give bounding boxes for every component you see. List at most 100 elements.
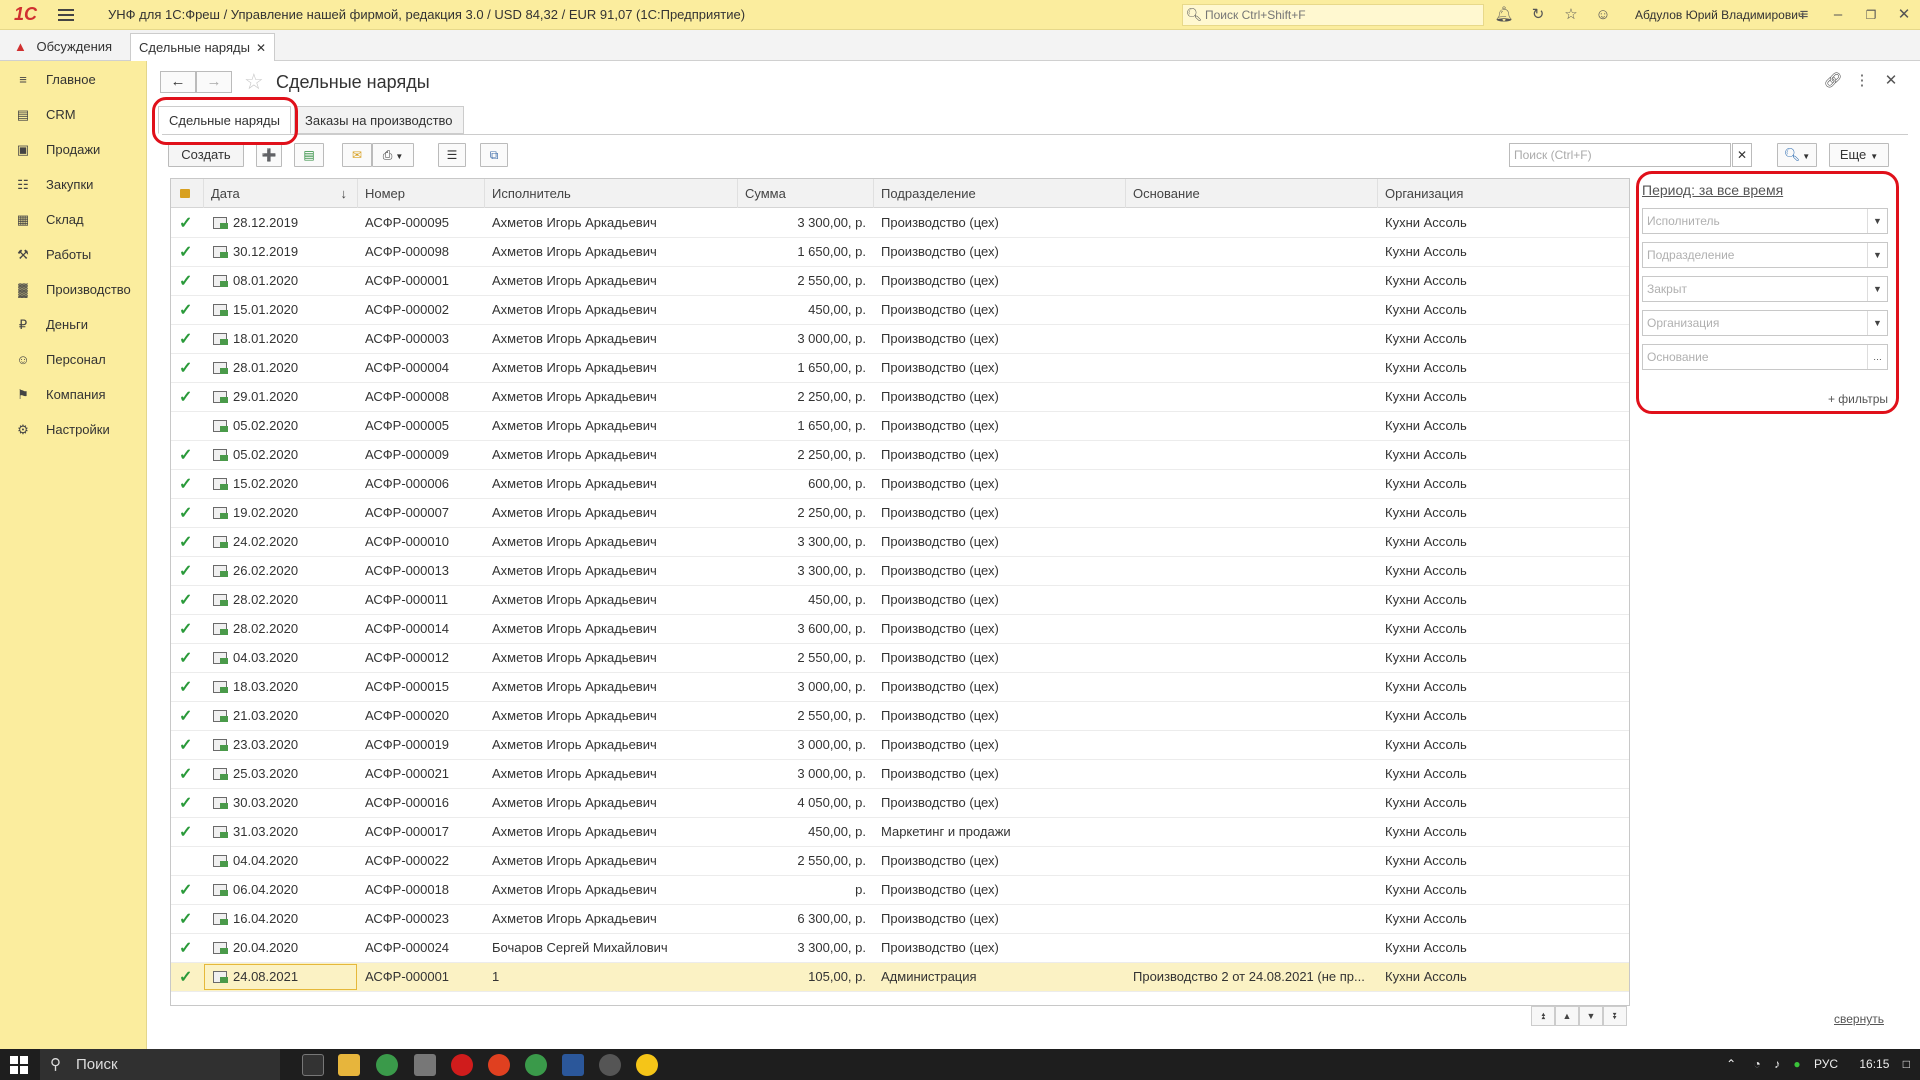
- chevron-down-icon[interactable]: ▼: [1867, 243, 1887, 267]
- table-row[interactable]: ✓ 23.03.2020 АСФР-000019 Ахметов Игорь Арка…: [171, 731, 1629, 760]
- global-search-input[interactable]: [1205, 8, 1475, 22]
- filter-basis[interactable]: Основание…: [1642, 344, 1888, 370]
- task-view-icon[interactable]: [302, 1054, 324, 1076]
- table-row[interactable]: ✓ 28.02.2020 АСФР-000011 Ахметов Игорь Арка…: [171, 586, 1629, 615]
- report-button[interactable]: ☰: [438, 143, 466, 167]
- sidebar-item-works[interactable]: ⚒ Работы: [0, 237, 147, 272]
- opera-icon[interactable]: [451, 1054, 473, 1076]
- create-button[interactable]: Создать: [168, 143, 244, 167]
- column-department[interactable]: Подразделение: [874, 179, 1126, 208]
- sidebar-item-purchases[interactable]: ☷ Закупки: [0, 167, 147, 202]
- history-icon[interactable]: ↻: [1527, 4, 1549, 26]
- tray-expand-icon[interactable]: ⌃: [1726, 1057, 1736, 1071]
- table-row[interactable]: ✓ 18.03.2020 АСФР-000015 Ахметов Игорь Арка…: [171, 673, 1629, 702]
- create-based-on-button[interactable]: ▤: [294, 143, 324, 167]
- file-explorer-icon[interactable]: [338, 1054, 360, 1076]
- structure-button[interactable]: ⧉: [480, 143, 508, 167]
- close-window-icon[interactable]: ✕: [1893, 4, 1915, 26]
- more-actions-icon[interactable]: ⋮: [1851, 71, 1873, 89]
- table-row[interactable]: 05.02.2020 АСФР-000005 Ахметов Игорь Аркад…: [171, 412, 1629, 441]
- clear-search-icon[interactable]: ✕: [1732, 143, 1752, 167]
- search-options-button[interactable]: 🔍︎ ▼: [1777, 143, 1817, 167]
- table-row[interactable]: ✓ 15.02.2020 АСФР-000006 Ахметов Игорь Арка…: [171, 470, 1629, 499]
- global-search[interactable]: 🔍︎: [1182, 4, 1484, 26]
- table-row[interactable]: ✓ 30.03.2020 АСФР-000016 Ахметов Игорь Арка…: [171, 789, 1629, 818]
- calculator-icon[interactable]: [414, 1054, 436, 1076]
- table-row[interactable]: ✓ 28.12.2019 АСФР-000095 Ахметов Игорь Арка…: [171, 209, 1629, 238]
- 1c-app-icon[interactable]: [636, 1054, 658, 1076]
- scroll-top-icon[interactable]: ⏫︎: [1531, 1006, 1555, 1026]
- search-input[interactable]: Поиск (Ctrl+F): [1509, 143, 1731, 167]
- bell-icon[interactable]: 🔔︎: [1493, 4, 1515, 26]
- chevron-down-icon[interactable]: ▼: [1867, 277, 1887, 301]
- filter-executor[interactable]: Исполнитель ▼: [1642, 208, 1888, 234]
- table-row[interactable]: ✓ 18.01.2020 АСФР-000003 Ахметов Игорь Арка…: [171, 325, 1629, 354]
- print-button[interactable]: ⎙ ▼: [372, 143, 414, 167]
- back-button[interactable]: ←: [160, 71, 196, 93]
- windows-start-icon[interactable]: [10, 1056, 28, 1074]
- clock[interactable]: 16:15: [1859, 1057, 1889, 1071]
- sidebar-item-production[interactable]: ▓ Производство: [0, 272, 147, 307]
- send-email-button[interactable]: ✉: [342, 143, 372, 167]
- volume-icon[interactable]: ♪: [1774, 1057, 1780, 1071]
- column-sum[interactable]: Сумма: [738, 179, 874, 208]
- ellipsis-icon[interactable]: …: [1867, 345, 1887, 369]
- period-link[interactable]: Период: за все время: [1642, 182, 1783, 198]
- table-row[interactable]: ✓ 05.02.2020 АСФР-000009 Ахметов Игорь Арка…: [171, 441, 1629, 470]
- table-row[interactable]: ✓ 06.04.2020 АСФР-000018 Ахметов Игорь Арка…: [171, 876, 1629, 905]
- minimize-icon[interactable]: –: [1827, 4, 1849, 26]
- table-row[interactable]: ✓ 31.03.2020 АСФР-000017 Ахметов Игорь Арка…: [171, 818, 1629, 847]
- scroll-up-icon[interactable]: ▲: [1555, 1006, 1579, 1026]
- favorite-star-icon[interactable]: ☆: [244, 69, 264, 95]
- sidebar-item-settings[interactable]: ⚙ Настройки: [0, 412, 147, 447]
- taskbar-search[interactable]: ⚲ Поиск: [40, 1049, 280, 1080]
- chrome-alt-icon[interactable]: [525, 1054, 547, 1076]
- tab-discussions[interactable]: ▲ Обсуждения: [6, 33, 120, 61]
- scroll-down-icon[interactable]: ▼: [1579, 1006, 1603, 1026]
- chevron-down-icon[interactable]: ▼: [1867, 311, 1887, 335]
- collapse-link[interactable]: свернуть: [1834, 1012, 1884, 1026]
- table-row[interactable]: ✓ 04.03.2020 АСФР-000012 Ахметов Игорь Арка…: [171, 644, 1629, 673]
- table-row[interactable]: ✓ 08.01.2020 АСФР-000001 Ахметов Игорь Арка…: [171, 267, 1629, 296]
- sidebar-item-main[interactable]: ≡ Главное: [0, 62, 147, 97]
- scroll-bottom-icon[interactable]: ⏬︎: [1603, 1006, 1627, 1026]
- chrome-icon[interactable]: [376, 1054, 398, 1076]
- sidebar-item-money[interactable]: ₽ Деньги: [0, 307, 147, 342]
- status-ok-icon[interactable]: ●: [1793, 1057, 1800, 1071]
- copy-button[interactable]: ➕: [256, 143, 282, 167]
- close-tab-icon[interactable]: ✕: [256, 41, 266, 55]
- user-name[interactable]: Абдулов Юрий Владимирович: [1635, 8, 1804, 22]
- table-row[interactable]: ✓ 29.01.2020 АСФР-000008 Ахметов Игорь Арка…: [171, 383, 1629, 412]
- table-row[interactable]: ✓ 28.02.2020 АСФР-000014 Ахметов Игорь Арка…: [171, 615, 1629, 644]
- tab-piecework-orders[interactable]: Сдельные наряды: [158, 106, 291, 134]
- close-page-icon[interactable]: ✕: [1880, 71, 1902, 89]
- table-row[interactable]: ✓ 26.02.2020 АСФР-000013 Ахметов Игорь Арка…: [171, 557, 1629, 586]
- column-number[interactable]: Номер: [358, 179, 485, 208]
- favorites-star-icon[interactable]: ☆: [1560, 4, 1582, 26]
- sidebar-item-crm[interactable]: ▤ CRM: [0, 97, 147, 132]
- table-row[interactable]: ✓ 21.03.2020 АСФР-000020 Ахметов Игорь Арка…: [171, 702, 1629, 731]
- word-icon[interactable]: [562, 1054, 584, 1076]
- tab-production-orders[interactable]: Заказы на производство: [294, 106, 464, 134]
- yandex-browser-icon[interactable]: [488, 1054, 510, 1076]
- sidebar-item-sales[interactable]: ▣ Продажи: [0, 132, 147, 167]
- add-filters-link[interactable]: + фильтры: [1828, 392, 1888, 406]
- sidebar-item-company[interactable]: ⚑ Компания: [0, 377, 147, 412]
- column-basis[interactable]: Основание: [1126, 179, 1378, 208]
- table-row[interactable]: 04.04.2020 АСФР-000022 Ахметов Игорь Аркад…: [171, 847, 1629, 876]
- filter-organization[interactable]: Организация ▼: [1642, 310, 1888, 336]
- table-row[interactable]: ✓ 20.04.2020 АСФР-000024 Бочаров Сергей Мих…: [171, 934, 1629, 963]
- sidebar-item-warehouse[interactable]: ▦ Склад: [0, 202, 147, 237]
- column-date[interactable]: Дата ↓: [204, 179, 358, 208]
- hamburger-menu-icon[interactable]: [58, 3, 82, 27]
- table-row[interactable]: ✓ 25.03.2020 АСФР-000021 Ахметов Игорь Арка…: [171, 760, 1629, 789]
- table-row[interactable]: ✓ 28.01.2020 АСФР-000004 Ахметов Игорь Арка…: [171, 354, 1629, 383]
- sidebar-item-staff[interactable]: ☺ Персонал: [0, 342, 147, 377]
- forward-button[interactable]: →: [196, 71, 232, 93]
- more-button[interactable]: Еще ▼: [1829, 143, 1889, 167]
- table-row[interactable]: ✓ 30.12.2019 АСФР-000098 Ахметов Игорь Арка…: [171, 238, 1629, 267]
- wifi-icon[interactable]: ◔: [1753, 1057, 1760, 1071]
- column-organization[interactable]: Организация: [1378, 179, 1629, 208]
- filter-department[interactable]: Подразделение ▼: [1642, 242, 1888, 268]
- table-row[interactable]: ✓ 16.04.2020 АСФР-000023 Ахметов Игорь Арка…: [171, 905, 1629, 934]
